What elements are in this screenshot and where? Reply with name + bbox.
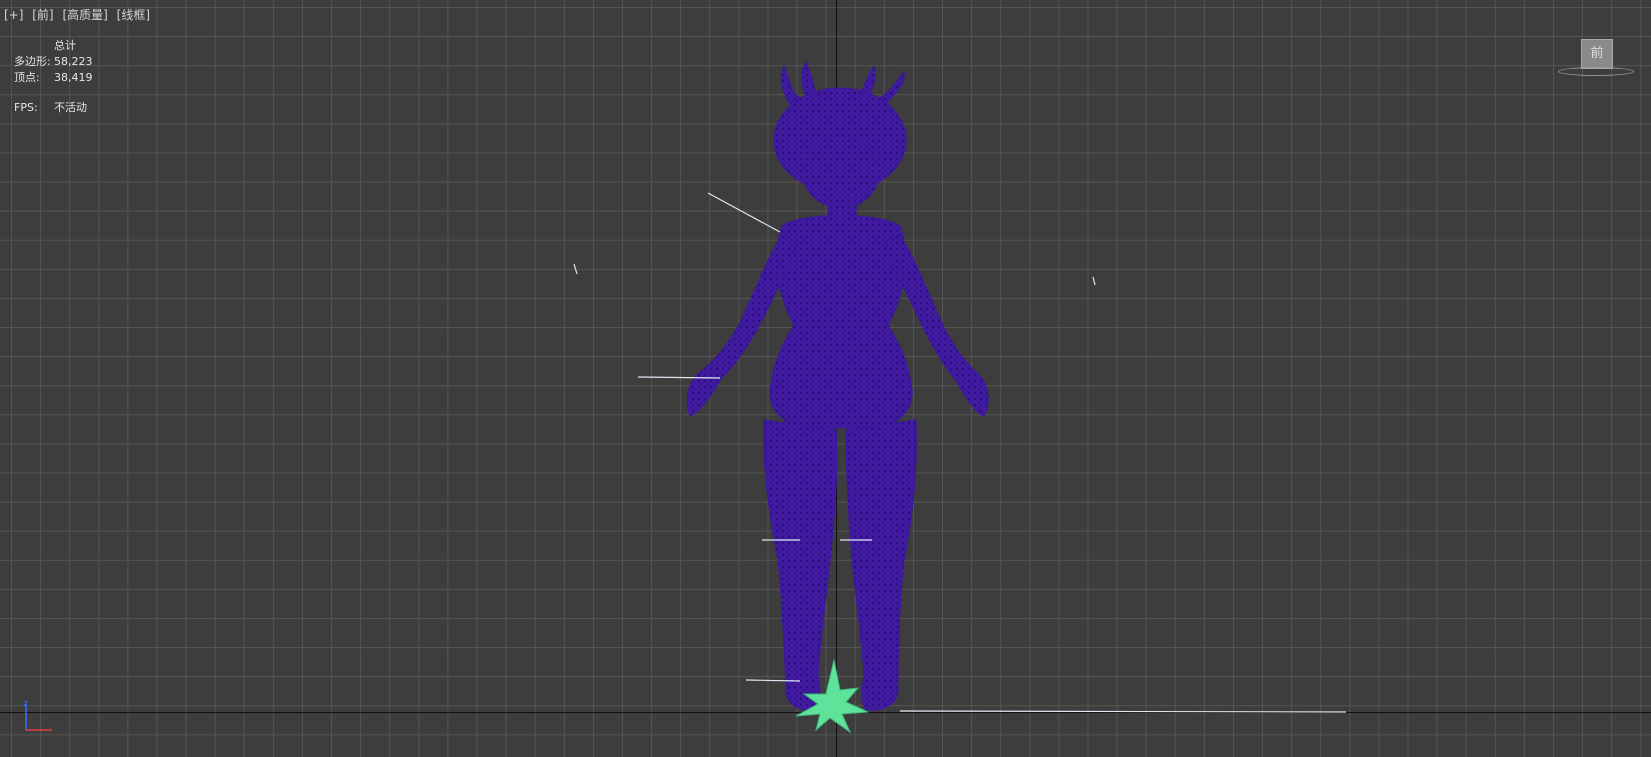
front-viewport[interactable]: [+] [前] [高质量] [线框] 总计 多边形: 58,223 顶点: 38,4… [0, 0, 1651, 757]
polys-value: 58,223 [54, 55, 93, 68]
viewport-label-menu: [+] [前] [高质量] [线框] [4, 6, 155, 23]
viewport-menu-plus[interactable]: [+] [4, 8, 23, 22]
viewport-shading-wireframe[interactable]: [线框] [117, 8, 150, 22]
axis-gizmo-icon: z [23, 699, 52, 731]
fps-label: FPS: [14, 101, 38, 114]
wireframe-character[interactable] [0, 0, 1651, 757]
statistics-overlay: 总计 多边形: 58,223 顶点: 38,419 FPS: 不活动 [14, 38, 114, 116]
viewcube-ring[interactable] [1558, 67, 1634, 76]
verts-label: 顶点: [14, 71, 40, 84]
gizmo-z-label: z [23, 699, 28, 709]
stats-header: 总计 [54, 39, 76, 52]
viewport-shading-quality[interactable]: [高质量] [62, 8, 107, 22]
polys-label: 多边形: [14, 55, 51, 68]
fps-value: 不活动 [54, 101, 87, 114]
viewport-view-front[interactable]: [前] [32, 8, 53, 22]
viewcube-icon[interactable]: 前 [1581, 39, 1613, 69]
verts-value: 38,419 [54, 71, 93, 84]
